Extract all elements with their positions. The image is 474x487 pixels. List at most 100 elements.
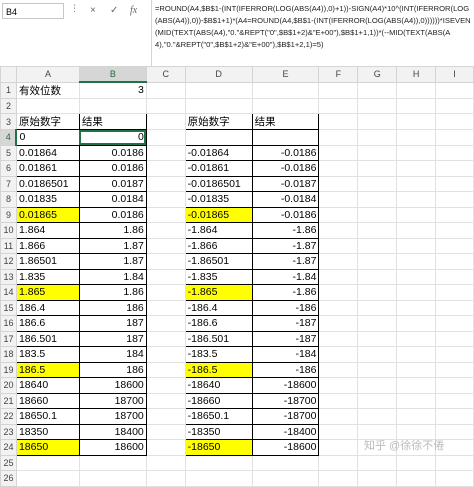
cell-h8[interactable] bbox=[396, 191, 437, 208]
cell-c16[interactable] bbox=[145, 315, 186, 332]
cell-e17[interactable]: -187 bbox=[251, 330, 320, 347]
cell-c19[interactable] bbox=[145, 361, 186, 378]
cell-e25[interactable] bbox=[251, 454, 320, 471]
cell-a15[interactable]: 186.4 bbox=[15, 299, 80, 316]
cell-g4[interactable] bbox=[357, 129, 398, 146]
cell-c4[interactable] bbox=[145, 129, 186, 146]
cell-f21[interactable] bbox=[318, 392, 359, 409]
cell-a5[interactable]: 0.01864 bbox=[15, 144, 80, 161]
cell-f20[interactable] bbox=[318, 377, 359, 394]
cell-c10[interactable] bbox=[145, 222, 186, 239]
cell-f26[interactable] bbox=[318, 470, 359, 487]
cell-e24[interactable]: -18600 bbox=[251, 439, 320, 456]
cell-f11[interactable] bbox=[318, 237, 359, 254]
row-header[interactable]: 19 bbox=[0, 361, 17, 378]
cell-h26[interactable] bbox=[396, 470, 437, 487]
cell-h2[interactable] bbox=[396, 97, 437, 114]
cell-e6[interactable]: -0.0186 bbox=[251, 160, 320, 177]
cell-h7[interactable] bbox=[396, 175, 437, 192]
cell-d6[interactable]: -0.01861 bbox=[184, 160, 253, 177]
cell-b13[interactable]: 1.84 bbox=[78, 268, 147, 285]
cell-i11[interactable] bbox=[435, 237, 474, 254]
cell-b1[interactable]: 3 bbox=[78, 81, 147, 99]
cell-h5[interactable] bbox=[396, 144, 437, 161]
cell-c7[interactable] bbox=[145, 175, 186, 192]
cell-i25[interactable] bbox=[435, 454, 474, 471]
cell-i14[interactable] bbox=[435, 284, 474, 301]
row-header[interactable]: 12 bbox=[0, 253, 17, 270]
cell-h3[interactable] bbox=[396, 113, 437, 130]
cell-d21[interactable]: -18660 bbox=[184, 392, 253, 409]
row-header[interactable]: 11 bbox=[0, 237, 17, 254]
cell-b4[interactable]: 0 bbox=[78, 129, 147, 146]
row-header[interactable]: 15 bbox=[0, 299, 17, 316]
cell-g20[interactable] bbox=[357, 377, 398, 394]
cell-c12[interactable] bbox=[145, 253, 186, 270]
cell-b12[interactable]: 1.87 bbox=[78, 253, 147, 270]
cell-f23[interactable] bbox=[318, 423, 359, 440]
column-header-d[interactable]: D bbox=[184, 66, 253, 83]
row-header[interactable]: 22 bbox=[0, 408, 17, 425]
cell-b25[interactable] bbox=[78, 454, 147, 471]
cell-f13[interactable] bbox=[318, 268, 359, 285]
cell-e9[interactable]: -0.0186 bbox=[251, 206, 320, 223]
cell-h6[interactable] bbox=[396, 160, 437, 177]
row-header[interactable]: 14 bbox=[0, 284, 17, 301]
cell-a17[interactable]: 186.501 bbox=[15, 330, 80, 347]
cell-a4[interactable]: 0 bbox=[15, 129, 80, 146]
cell-a21[interactable]: 18660 bbox=[15, 392, 80, 409]
cell-c25[interactable] bbox=[145, 454, 186, 471]
cell-c3[interactable] bbox=[145, 113, 186, 130]
cell-c20[interactable] bbox=[145, 377, 186, 394]
select-all-corner[interactable] bbox=[0, 66, 17, 83]
cell-a3[interactable]: 原始数字 bbox=[15, 113, 80, 130]
cell-i13[interactable] bbox=[435, 268, 474, 285]
cell-e20[interactable]: -18600 bbox=[251, 377, 320, 394]
cell-g26[interactable] bbox=[357, 470, 398, 487]
cell-c5[interactable] bbox=[145, 144, 186, 161]
cell-h15[interactable] bbox=[396, 299, 437, 316]
cell-a23[interactable]: 18350 bbox=[15, 423, 80, 440]
cell-g10[interactable] bbox=[357, 222, 398, 239]
cell-d26[interactable] bbox=[184, 470, 253, 487]
cell-i16[interactable] bbox=[435, 315, 474, 332]
cell-d23[interactable]: -18350 bbox=[184, 423, 253, 440]
cell-a16[interactable]: 186.6 bbox=[15, 315, 80, 332]
cell-i22[interactable] bbox=[435, 408, 474, 425]
cell-d11[interactable]: -1.866 bbox=[184, 237, 253, 254]
column-header-g[interactable]: G bbox=[357, 66, 398, 83]
name-box[interactable]: B4 bbox=[2, 3, 64, 19]
row-header[interactable]: 13 bbox=[0, 268, 17, 285]
cell-f9[interactable] bbox=[318, 206, 359, 223]
cell-f19[interactable] bbox=[318, 361, 359, 378]
cell-g25[interactable] bbox=[357, 454, 398, 471]
cell-h16[interactable] bbox=[396, 315, 437, 332]
cell-f18[interactable] bbox=[318, 346, 359, 363]
cell-e16[interactable]: -187 bbox=[251, 315, 320, 332]
cell-c17[interactable] bbox=[145, 330, 186, 347]
cell-c6[interactable] bbox=[145, 160, 186, 177]
cell-b23[interactable]: 18400 bbox=[78, 423, 147, 440]
cell-d10[interactable]: -1.864 bbox=[184, 222, 253, 239]
column-header-f[interactable]: F bbox=[318, 66, 359, 83]
cell-g12[interactable] bbox=[357, 253, 398, 270]
cancel-icon[interactable]: × bbox=[90, 3, 96, 19]
cell-c15[interactable] bbox=[145, 299, 186, 316]
cell-e4[interactable] bbox=[251, 129, 320, 146]
cell-i21[interactable] bbox=[435, 392, 474, 409]
cell-i7[interactable] bbox=[435, 175, 474, 192]
cell-e11[interactable]: -1.87 bbox=[251, 237, 320, 254]
cell-i17[interactable] bbox=[435, 330, 474, 347]
cell-f4[interactable] bbox=[318, 129, 359, 146]
cell-c24[interactable] bbox=[145, 439, 186, 456]
cell-d2[interactable] bbox=[184, 97, 253, 114]
cell-f16[interactable] bbox=[318, 315, 359, 332]
cell-a10[interactable]: 1.864 bbox=[15, 222, 80, 239]
cell-i18[interactable] bbox=[435, 346, 474, 363]
cell-c23[interactable] bbox=[145, 423, 186, 440]
cell-b5[interactable]: 0.0186 bbox=[78, 144, 147, 161]
row-header[interactable]: 9 bbox=[0, 206, 17, 223]
cell-b11[interactable]: 1.87 bbox=[78, 237, 147, 254]
row-header[interactable]: 6 bbox=[0, 160, 17, 177]
cell-d25[interactable] bbox=[184, 454, 253, 471]
